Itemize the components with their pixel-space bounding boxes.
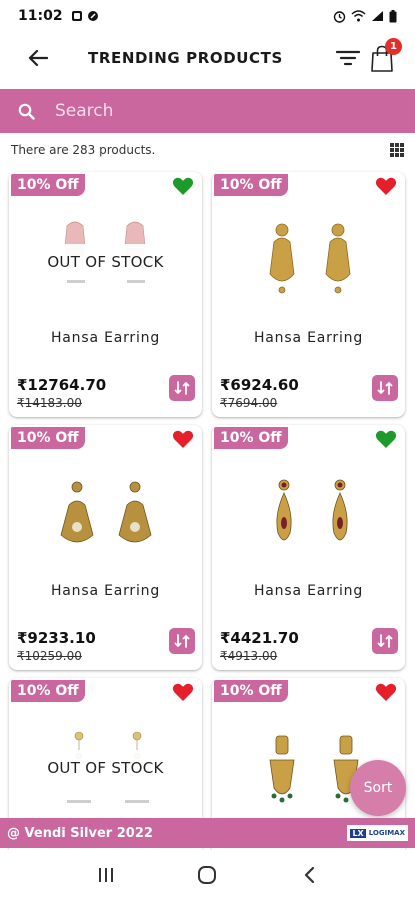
battery-icon <box>389 9 397 22</box>
sort-button[interactable]: Sort <box>350 760 406 816</box>
heart-icon[interactable] <box>375 429 397 449</box>
page-title: TRENDING PRODUCTS <box>88 49 283 67</box>
home-button[interactable] <box>187 855 227 895</box>
app-notification-icon <box>87 11 98 21</box>
app-bar: TRENDING PRODUCTS 1 <box>0 32 415 84</box>
search-bar[interactable]: Search <box>0 89 415 133</box>
heart-icon[interactable] <box>172 176 194 196</box>
status-system-icons <box>333 9 397 23</box>
discount-badge: 10% Off <box>11 680 85 702</box>
product-mrp: ₹14183.00 <box>17 396 82 410</box>
heart-icon[interactable] <box>172 429 194 449</box>
recent-apps-button[interactable] <box>86 855 126 895</box>
product-name: Hansa Earring <box>50 583 161 599</box>
discount-badge: 10% Off <box>11 174 85 196</box>
product-card[interactable]: 10% Off Hansa Earring ₹9233.10 ₹10259.00 <box>9 425 202 670</box>
system-nav-bar <box>0 850 415 900</box>
out-of-stock-label: OUT OF STOCK <box>9 750 202 786</box>
product-image <box>60 481 152 543</box>
product-price: ₹9233.10 <box>17 629 96 647</box>
heart-icon[interactable] <box>375 176 397 196</box>
status-notification-icons <box>71 10 99 22</box>
heart-icon[interactable] <box>375 682 397 702</box>
compare-icon <box>377 381 393 395</box>
compare-icon <box>174 381 190 395</box>
product-name: Hansa Earring <box>253 583 364 599</box>
out-of-stock-label: OUT OF STOCK <box>9 244 202 280</box>
back-nav-button[interactable] <box>289 855 329 895</box>
discount-badge: 10% Off <box>11 427 85 449</box>
product-mrp: ₹7694.00 <box>220 396 278 410</box>
compare-icon <box>377 634 393 648</box>
product-count-text: There are 283 products. <box>11 143 156 157</box>
search-placeholder: Search <box>55 101 114 121</box>
heart-icon[interactable] <box>172 682 194 702</box>
back-nav-icon <box>305 866 315 884</box>
product-card[interactable]: 10% Off Hansa Earring ₹6924.60 ₹7694.00 <box>212 172 405 417</box>
alarm-icon <box>333 10 346 23</box>
product-price: ₹4421.70 <box>220 629 299 647</box>
product-name: Hansa Earring <box>253 330 364 346</box>
recent-apps-icon <box>98 868 113 882</box>
product-count-row: There are 283 products. <box>0 138 415 162</box>
footer-bar: @ Vendi Silver 2022 LX LOGIMAX <box>0 818 415 848</box>
filter-icon <box>336 50 360 66</box>
status-bar: 11:02 <box>0 0 415 32</box>
discount-badge: 10% Off <box>214 174 288 196</box>
product-image <box>269 223 351 294</box>
grid-view-icon[interactable] <box>390 143 404 157</box>
product-image <box>276 479 348 541</box>
back-button[interactable] <box>18 38 58 78</box>
filter-button[interactable] <box>334 44 362 72</box>
compare-button[interactable] <box>372 628 398 654</box>
status-time: 11:02 <box>18 8 63 24</box>
footer-brand-logo-text: LOGIMAX <box>368 829 405 837</box>
discount-badge: 10% Off <box>214 680 288 702</box>
product-mrp: ₹10259.00 <box>17 649 82 663</box>
product-card[interactable]: 10% Off OUT OF STOCK Hansa Earring ₹1276… <box>9 172 202 417</box>
search-icon <box>18 103 35 120</box>
back-arrow-icon <box>28 49 48 67</box>
signal-icon <box>372 11 383 21</box>
compare-button[interactable] <box>372 375 398 401</box>
footer-brand-logo: LX LOGIMAX <box>347 825 408 841</box>
discount-badge: 10% Off <box>214 427 288 449</box>
product-card[interactable]: 10% Off Hansa Earring ₹4421.70 ₹4913.00 <box>212 425 405 670</box>
footer-copyright: @ Vendi Silver 2022 <box>7 825 153 841</box>
cart-button[interactable]: 1 <box>370 38 402 74</box>
compare-icon <box>174 634 190 648</box>
cart-count-badge: 1 <box>385 38 402 55</box>
product-mrp: ₹4913.00 <box>220 649 278 663</box>
product-price: ₹12764.70 <box>17 376 107 394</box>
compare-button[interactable] <box>169 628 195 654</box>
gallery-notification-icon <box>71 11 82 21</box>
compare-button[interactable] <box>169 375 195 401</box>
product-price: ₹6924.60 <box>220 376 299 394</box>
home-icon <box>198 866 217 884</box>
product-name: Hansa Earring <box>50 330 161 346</box>
wifi-icon <box>351 10 366 22</box>
